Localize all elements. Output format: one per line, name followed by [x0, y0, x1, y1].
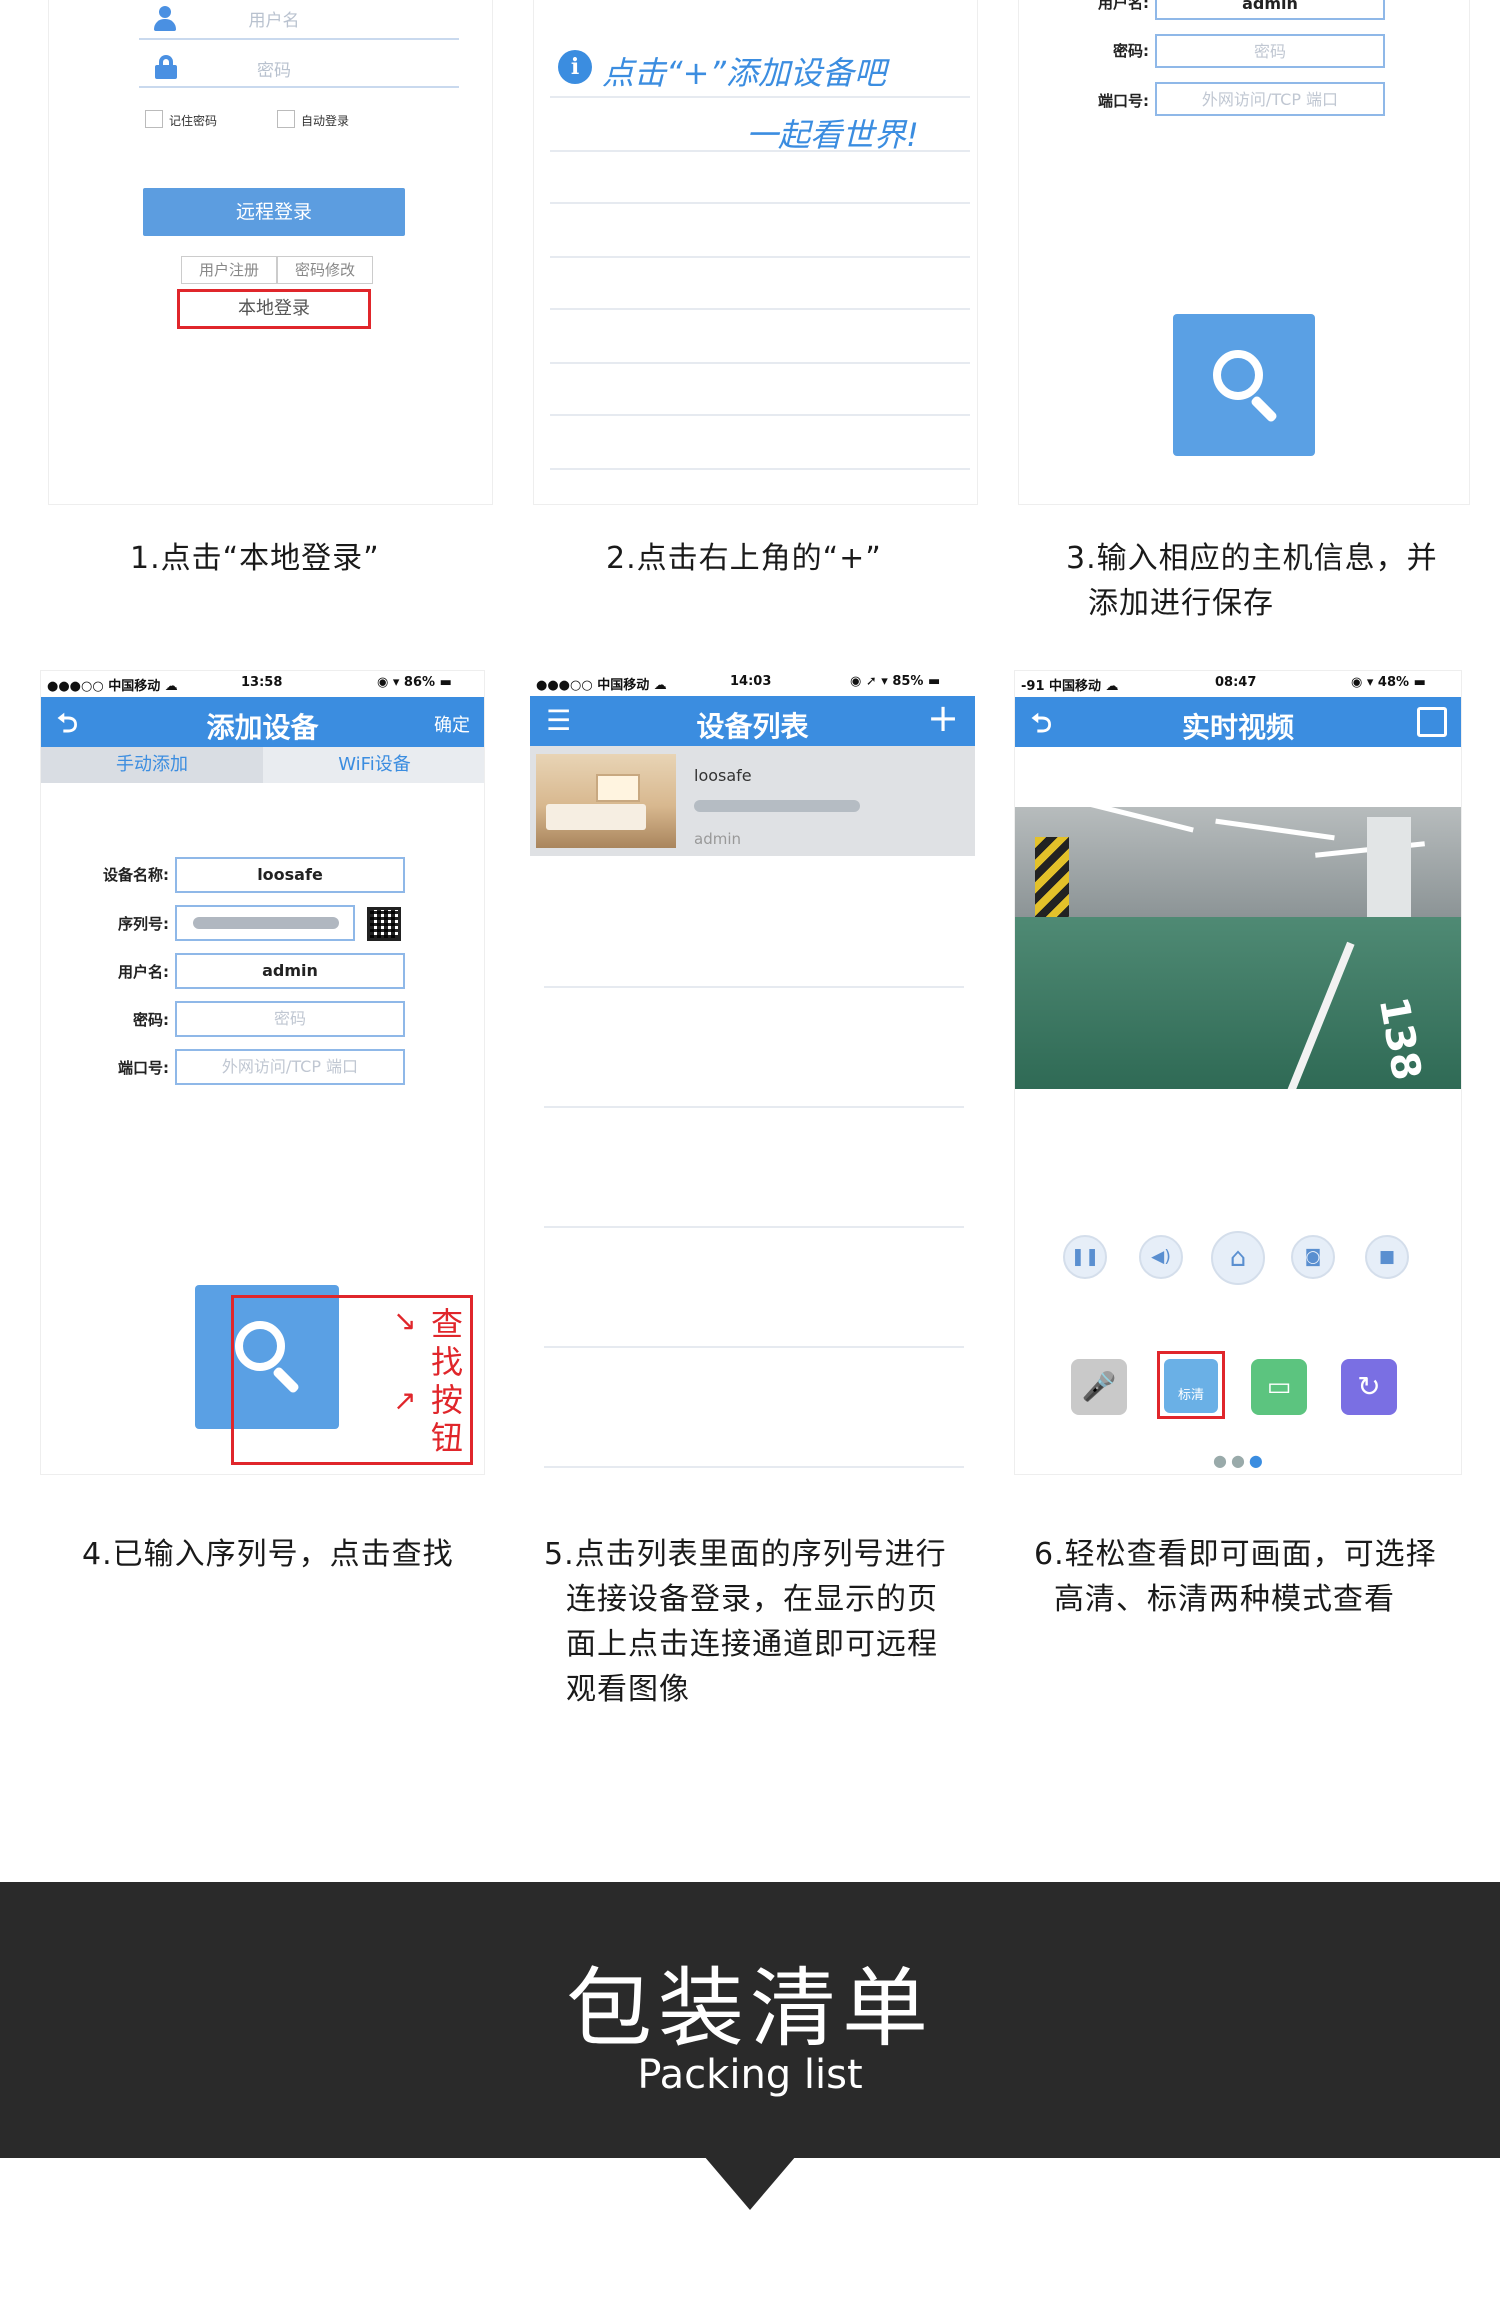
password-input[interactable]: 密码 — [189, 56, 359, 81]
blurred-serial — [193, 917, 339, 929]
navbar: ⮌ 添加设备 确定 — [41, 697, 484, 747]
username-label: 用户名: — [118, 963, 169, 981]
hint-line-1: 点击“+”添加设备吧 — [602, 54, 886, 92]
user-icon — [154, 6, 176, 32]
screenshot-empty-list: i 点击“+”添加设备吧 一起看世界! — [533, 0, 978, 505]
home-button[interactable]: ⌂ — [1211, 1231, 1265, 1285]
username-input[interactable]: 用户名 — [189, 6, 359, 31]
remember-label: 记住密码 — [169, 114, 218, 128]
device-name-field[interactable]: loosafe — [175, 857, 405, 893]
volume-button[interactable]: ◀) — [1139, 1235, 1183, 1279]
status-time: 13:58 — [241, 675, 283, 690]
step2-caption: 2.点击右上角的“+” — [606, 541, 882, 576]
username-field[interactable]: admin — [1155, 0, 1385, 20]
navbar: ⮌ 实时视频 — [1015, 697, 1461, 747]
confirm-button[interactable]: 确定 — [434, 711, 470, 737]
banner-pointer — [704, 2156, 796, 2210]
tab-wifi-device[interactable]: WiFi设备 — [263, 747, 484, 783]
rotate-button[interactable]: ↻ — [1341, 1359, 1397, 1415]
status-battery: ◉ ➚ ▾ 85% ▬ — [850, 674, 941, 689]
qr-code-icon[interactable] — [367, 907, 401, 941]
snapshot-button[interactable]: ◙ — [1291, 1235, 1335, 1279]
screenshot-host-info: 用户名: admin 密码: 密码 端口号: 外网访问/TCP 端口 — [1018, 0, 1470, 505]
port-field[interactable]: 外网访问/TCP 端口 — [175, 1049, 405, 1085]
blurred-serial — [694, 800, 860, 812]
serial-label: 序列号: — [118, 915, 169, 933]
video-record-button[interactable]: ▭ — [1251, 1359, 1307, 1415]
status-carrier: ●●●○○ 中国移动 ☁ — [536, 678, 667, 693]
screenshot-add-device: ●●●○○ 中国移动 ☁ 13:58 ◉ ▾ 86% ▬ ⮌ 添加设备 确定 手… — [40, 670, 485, 1475]
device-thumbnail — [536, 754, 676, 848]
search-button[interactable] — [1173, 314, 1315, 456]
record-button[interactable]: ■ — [1365, 1235, 1409, 1279]
screenshot-device-list: ●●●○○ 中国移动 ☁ 14:03 ◉ ➚ ▾ 85% ▬ ☰ 设备列表 + … — [530, 670, 975, 1475]
page-title: 添加设备 — [206, 711, 319, 744]
banner-title: 包装清单 — [566, 1959, 934, 2059]
add-device-button[interactable]: + — [927, 696, 959, 740]
password-label: 密码: — [1113, 42, 1149, 60]
password-field[interactable]: 密码 — [1155, 34, 1385, 68]
search-icon — [1213, 350, 1263, 400]
status-battery: ◉ ▾ 86% ▬ — [377, 675, 452, 690]
device-name-label: 设备名称: — [103, 866, 169, 884]
status-carrier: ●●●○○ 中国移动 ☁ — [47, 679, 178, 694]
step4-caption: 4.已输入序列号，点击查找 — [82, 1537, 454, 1572]
device-user: admin — [694, 830, 741, 848]
page-title: 实时视频 — [1181, 711, 1294, 744]
lock-icon — [155, 55, 177, 79]
page-title: 设备列表 — [696, 710, 809, 743]
status-time: 14:03 — [730, 674, 772, 689]
step5-caption-line-3: 面上点击连接通道即可远程 — [566, 1627, 938, 1662]
step5-caption-line-1: 5.点击列表里面的序列号进行 — [544, 1537, 947, 1572]
step5-caption-line-2: 连接设备登录，在显示的页 — [566, 1582, 938, 1617]
auto-login-checkbox[interactable] — [277, 110, 295, 128]
navbar: ☰ 设备列表 + — [530, 696, 975, 746]
screenshot-live-video: -91 中国移动 ☁ 08:47 ◉ ▾ 48% ▬ ⮌ 实时视频 138 ❚❚… — [1014, 670, 1462, 1475]
microphone-button[interactable]: 🎤 — [1071, 1359, 1127, 1415]
status-battery: ◉ ▾ 48% ▬ — [1351, 675, 1426, 690]
step6-caption-line-2: 高清、标清两种模式查看 — [1054, 1582, 1395, 1617]
screenshot-login: 用户名 密码 记住密码 自动登录 远程登录 用户注册 密码修改 本地登录 — [48, 0, 493, 505]
remember-checkbox[interactable] — [145, 110, 163, 128]
step6-caption-line-1: 6.轻松查看即可画面，可选择 — [1034, 1537, 1437, 1572]
page-indicator: ●●● — [1213, 1451, 1267, 1470]
annotation-char: 钮 — [431, 1419, 464, 1457]
status-carrier: -91 中国移动 ☁ — [1021, 679, 1119, 694]
remote-login-button[interactable]: 远程登录 — [143, 188, 405, 236]
pause-button[interactable]: ❚❚ — [1063, 1235, 1107, 1279]
port-field[interactable]: 外网访问/TCP 端口 — [1155, 82, 1385, 116]
port-label: 端口号: — [118, 1059, 169, 1077]
password-label: 密码: — [133, 1011, 169, 1029]
auto-login-label: 自动登录 — [301, 114, 350, 128]
device-name: loosafe — [694, 766, 752, 785]
banner-subtitle: Packing list — [637, 2052, 863, 2098]
quality-toggle-button[interactable]: 标清 — [1164, 1359, 1218, 1413]
local-login-button[interactable]: 本地登录 — [177, 289, 371, 329]
info-icon: i — [558, 50, 592, 84]
username-field[interactable]: admin — [175, 953, 405, 989]
step5-caption-line-4: 观看图像 — [566, 1672, 690, 1707]
step1-caption: 1.点击“本地登录” — [130, 541, 380, 576]
video-area[interactable]: 138 — [1015, 807, 1461, 1089]
step3-caption-line-1: 3.输入相应的主机信息，并 — [1066, 541, 1438, 576]
serial-field[interactable] — [175, 905, 355, 941]
device-list-item[interactable]: loosafe admin — [530, 746, 975, 856]
status-time: 08:47 — [1215, 675, 1257, 690]
tab-manual-add[interactable]: 手动添加 — [41, 747, 263, 783]
change-password-link[interactable]: 密码修改 — [277, 256, 373, 284]
packing-list-banner: 包装清单 Packing list — [0, 1882, 1500, 2158]
port-label: 端口号: — [1098, 92, 1149, 110]
password-field[interactable]: 密码 — [175, 1001, 405, 1037]
username-label: 用户名: — [1098, 0, 1149, 12]
step3-caption-line-2: 添加进行保存 — [1088, 586, 1274, 621]
fullscreen-icon[interactable] — [1417, 707, 1447, 737]
arrow-annotation: ↘ ↗ — [393, 1304, 417, 1417]
register-link[interactable]: 用户注册 — [181, 256, 277, 284]
